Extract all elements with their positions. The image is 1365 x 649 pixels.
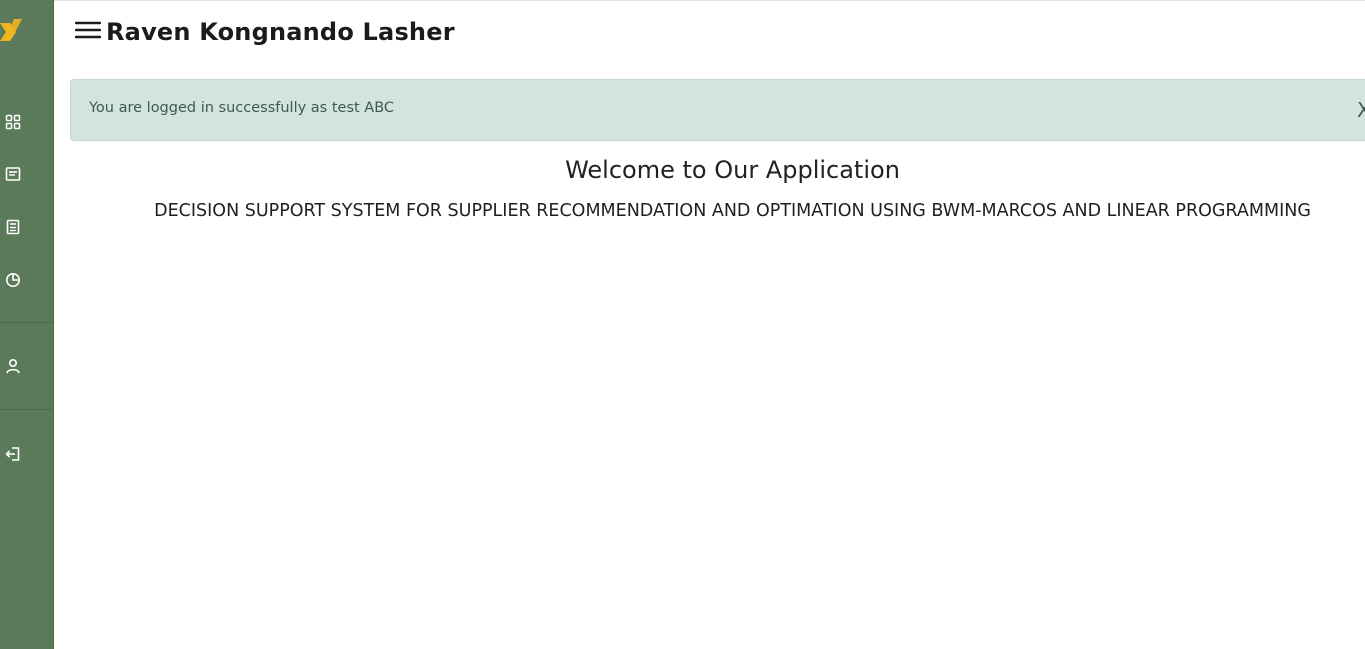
pie-chart-icon [5,272,21,288]
alert-close-button[interactable]: X [1357,98,1365,122]
user-icon [5,358,21,374]
sidebar-item-logout[interactable] [0,442,26,466]
app-window: Raven Kongnando Lasher You are logged in… [0,0,1365,649]
sidebar-item-documents[interactable] [0,162,26,186]
sidebar-divider [0,409,53,410]
calculator-icon [5,219,21,235]
sidebar-item-calculation[interactable] [0,215,26,239]
logout-icon [5,446,21,462]
system-description: DECISION SUPPORT SYSTEM FOR SUPPLIER REC… [154,201,1311,221]
sidebar-item-profile[interactable] [0,354,26,378]
sidebar-item-dashboard[interactable] [0,110,26,134]
x-logo-icon[interactable] [0,14,26,50]
alert-message: You are logged in successfully as test A… [89,100,395,116]
top-border [54,0,1365,1]
sidebar-item-reports[interactable] [0,268,26,292]
hamburger-menu-icon [74,20,102,44]
main-content: Raven Kongnando Lasher You are logged in… [54,0,1365,649]
sidebar-divider [0,322,53,323]
header: Raven Kongnando Lasher [74,14,455,50]
document-icon [5,166,21,182]
sidebar [0,0,54,649]
login-success-alert: You are logged in successfully as test A… [70,79,1365,141]
menu-toggle-button[interactable] [74,18,102,46]
dashboard-grid-icon [5,114,21,130]
welcome-heading: Welcome to Our Application [565,156,900,184]
user-name-title: Raven Kongnando Lasher [106,18,455,46]
